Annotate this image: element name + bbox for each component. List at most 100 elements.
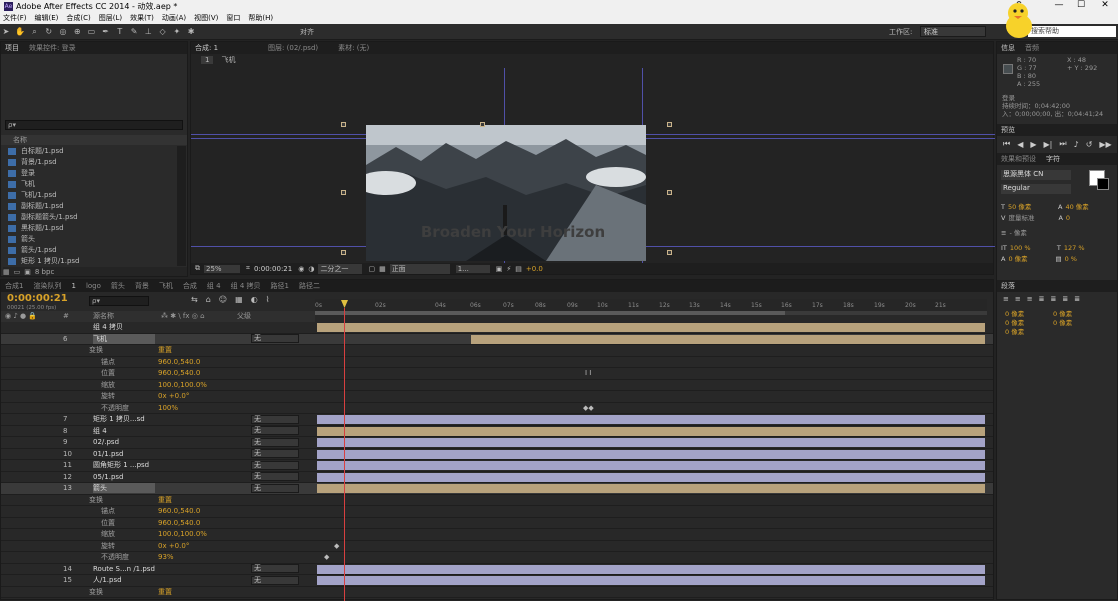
property-value[interactable]: 960.0,540.0 (158, 507, 200, 515)
layer-duration-bar[interactable] (317, 461, 985, 470)
snapshot-icon[interactable]: ◉ (298, 265, 304, 273)
motion-blur-icon[interactable]: ◐ (251, 295, 258, 304)
property-value[interactable]: 100% (158, 404, 178, 412)
align-center-icon[interactable]: ≡ (1015, 295, 1021, 303)
property-value[interactable]: 0x +0.0° (158, 392, 189, 400)
graph-editor-icon[interactable]: ⌇ (266, 295, 270, 304)
layer-row[interactable]: 10 01/1.psd 无 (1, 449, 993, 460)
rotate-tool-icon[interactable]: ↻ (44, 27, 54, 37)
property-row[interactable]: 旋转 0x +0.0° ◆ (1, 541, 993, 552)
property-value[interactable]: 100.0,100.0% (158, 530, 207, 538)
canvas-headline-text[interactable]: Broaden Your Horizon (398, 223, 628, 241)
stroke-width-value[interactable]: - 像素 (1009, 228, 1059, 239)
transform-handle[interactable] (341, 122, 346, 127)
property-row[interactable]: 位置 960.0,540.0 I I (1, 368, 993, 380)
layer-name[interactable]: 05/1.psd (93, 473, 155, 481)
parent-select[interactable]: 无 (251, 460, 299, 470)
vertical-scale-value[interactable]: 100 % (1010, 243, 1057, 254)
parent-select[interactable]: 无 (251, 564, 299, 574)
space-before-value[interactable]: 0 像素 (1005, 328, 1024, 337)
property-value[interactable]: 960.0,540.0 (158, 519, 200, 527)
indent-left-value[interactable]: 0 像素 (1005, 310, 1024, 319)
brush-tool-icon[interactable]: ✎ (129, 27, 139, 37)
tab-group4-copy[interactable]: 组 4 拷贝 (231, 281, 261, 291)
tab-character[interactable]: 字符 (1046, 154, 1060, 164)
breadcrumb-root[interactable]: 1 (201, 56, 214, 64)
layer-duration-bar[interactable] (317, 484, 985, 493)
leading-value[interactable]: 40 像素 (1065, 202, 1088, 213)
puppet-tool-icon[interactable]: ✱ (186, 27, 196, 37)
tab-1[interactable]: 1 (71, 282, 75, 290)
list-item[interactable]: 箭头 (1, 234, 177, 245)
tab-arrow[interactable]: 箭头 (111, 281, 125, 291)
tab-composite[interactable]: 合成 (183, 281, 197, 291)
property-row[interactable]: 锚点 960.0,540.0 (1, 357, 993, 368)
property-value[interactable]: 重置 (158, 345, 172, 355)
menu-animation[interactable]: 动画(A) (162, 13, 186, 23)
layer-name[interactable]: 组 4 (93, 426, 155, 436)
layer-name[interactable]: 箭头 (93, 483, 155, 494)
time-ruler[interactable]: 0s 02s 04s 06s 07s 08s 09s 10s 11s 12s 1… (315, 299, 987, 311)
property-value[interactable]: 100.0,100.0% (158, 381, 207, 389)
selection-tool-icon[interactable]: ➤ (1, 27, 11, 37)
close-button[interactable]: ✕ (1094, 0, 1116, 10)
kerning-value[interactable]: 0 (1066, 213, 1070, 224)
list-item[interactable]: 登录 (1, 168, 177, 179)
horizontal-scale-value[interactable]: 127 % (1064, 243, 1085, 254)
align-right-icon[interactable]: ≡ (1027, 295, 1033, 303)
menu-composition[interactable]: 合成(C) (66, 13, 90, 23)
first-frame-icon[interactable]: ⏮ (1003, 139, 1010, 149)
source-name-header[interactable]: 源名称 (93, 311, 114, 322)
parent-select[interactable]: 无 (251, 437, 299, 447)
font-family-select[interactable]: 思源黑体 CN (1001, 170, 1071, 180)
property-row[interactable]: 不透明度 100% ◆◆ (1, 403, 993, 414)
prev-frame-icon[interactable]: ◀ (1017, 140, 1023, 149)
transform-handle[interactable] (667, 250, 672, 255)
tracking-metric-select[interactable]: 度量标准 (1008, 213, 1058, 224)
justify-all-icon[interactable]: ≣ (1074, 295, 1080, 303)
view-layout-select[interactable]: 1... (455, 264, 490, 273)
layer-duration-bar[interactable] (471, 334, 985, 344)
layer-row[interactable]: 15 人/1.psd 无 (1, 575, 993, 587)
tab-comp[interactable]: 合成1 (5, 281, 23, 291)
justify-left-icon[interactable]: ≣ (1039, 295, 1045, 303)
property-row[interactable]: 缩放 100.0,100.0% (1, 529, 993, 541)
minimize-button[interactable]: — (1048, 0, 1070, 10)
menu-help[interactable]: 帮助(H) (248, 13, 273, 23)
layer-duration-bar[interactable] (317, 323, 985, 332)
layer-duration-bar[interactable] (317, 472, 985, 482)
zoom-select[interactable]: 25% (204, 264, 240, 273)
layer-name[interactable]: 人/1.psd (93, 575, 155, 585)
clone-stamp-tool-icon[interactable]: ⊥ (143, 27, 153, 37)
property-row[interactable]: 旋转 0x +0.0° (1, 391, 993, 403)
last-frame-icon[interactable]: ⏭ (1059, 139, 1066, 149)
tab-project[interactable]: 项目 (5, 43, 19, 53)
align-left-icon[interactable]: ≡ (1003, 295, 1009, 303)
safe-zones-icon[interactable]: ⌗ (246, 264, 250, 273)
tab-preview[interactable]: 预览 (1001, 125, 1015, 135)
camera-tool-icon[interactable]: ◎ (58, 27, 68, 37)
maximize-button[interactable]: ☐ (1070, 0, 1092, 10)
transform-handle[interactable] (667, 122, 672, 127)
layer-duration-bar[interactable] (317, 426, 985, 436)
layer-row[interactable]: 组 4 拷贝 (1, 322, 993, 334)
menu-window[interactable]: 窗口 (226, 13, 240, 23)
ram-preview-icon[interactable]: ▶▶ (1099, 140, 1111, 149)
layer-duration-bar[interactable] (317, 449, 985, 459)
type-tool-icon[interactable]: T (115, 27, 125, 37)
region-of-interest-icon[interactable]: ▢ (368, 265, 375, 273)
justify-right-icon[interactable]: ≣ (1062, 295, 1068, 303)
tab-footage[interactable]: 素材: (无) (338, 43, 369, 53)
property-value[interactable]: 93% (158, 553, 174, 561)
parent-select[interactable]: 无 (251, 426, 299, 436)
tab-render-queue[interactable]: 渲染队列 (33, 281, 61, 291)
list-item[interactable]: 飞机 (1, 179, 177, 190)
stroke-color-swatch[interactable] (1097, 178, 1109, 190)
layer-duration-bar[interactable] (317, 438, 985, 447)
roto-brush-tool-icon[interactable]: ✦ (172, 27, 182, 37)
layer-duration-bar[interactable] (317, 415, 985, 424)
comp-canvas[interactable]: Broaden Your Horizon (366, 125, 646, 261)
resolution-select[interactable]: 二分之一 (318, 263, 363, 274)
parent-select[interactable]: 无 (251, 414, 299, 424)
layer-row[interactable]: 8 组 4 无 (1, 426, 993, 437)
